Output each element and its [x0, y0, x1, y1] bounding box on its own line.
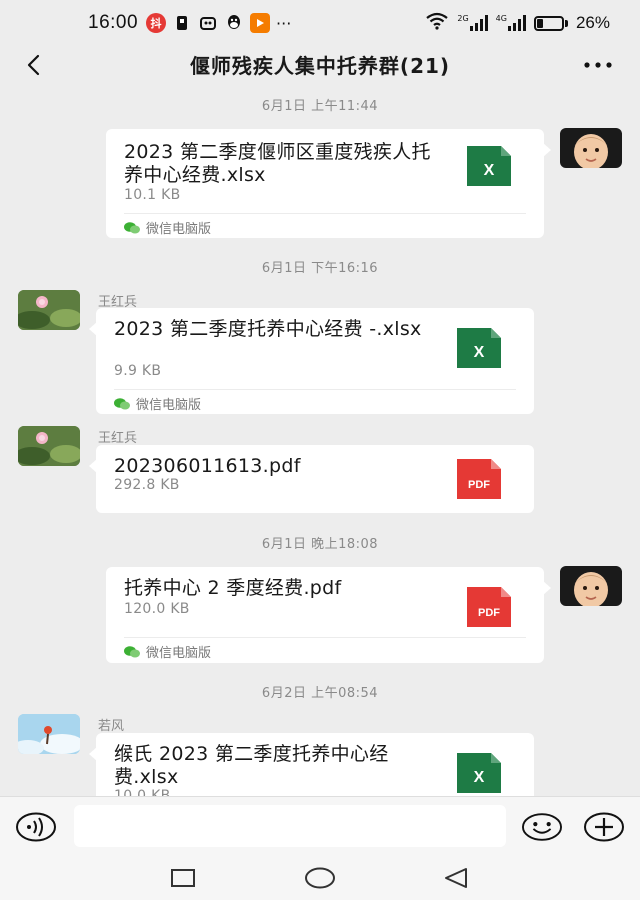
avatar-self[interactable]	[560, 128, 622, 168]
video-app-icon	[250, 13, 271, 33]
file-source-label: 微信电脑版	[146, 646, 212, 661]
file-name: 缑氏 2023 第二季度托养中心经费.xlsx	[114, 743, 389, 788]
voice-input-button[interactable]	[16, 810, 56, 844]
message-timestamp: 6月1日 晚上18:08	[261, 537, 379, 552]
file-message[interactable]: 202306011613.pdf 292.8 KB PDF	[89, 445, 534, 513]
chat-more-button[interactable]	[578, 50, 618, 80]
signal-4g-icon: 4G	[496, 15, 526, 31]
wechat-icon	[124, 645, 140, 657]
app-notification-icon: 抖	[146, 13, 167, 33]
signal-2g-icon: 2G	[457, 14, 488, 31]
file-source-label: 微信电脑版	[136, 398, 202, 413]
input-bar	[0, 796, 640, 856]
sender-name: 若风	[98, 719, 125, 734]
more-dots-icon	[584, 62, 612, 68]
robot-icon	[198, 13, 218, 33]
file-name: 托养中心 2 季度经费.pdf	[124, 577, 342, 599]
signal-2g-label: 2G	[457, 14, 469, 23]
avatar-self[interactable]	[560, 566, 622, 606]
nav-back-button[interactable]	[436, 864, 476, 892]
file-size: 10.0 KB	[114, 788, 171, 796]
voice-icon	[16, 812, 56, 842]
chat-history[interactable]: 6月1日 上午11:44 2023 第二季度偃师区重度残疾人托养中心经费.xls…	[0, 88, 640, 796]
avatar-wang-hongbing[interactable]	[18, 426, 80, 466]
pdf-label: PDF	[468, 479, 490, 491]
qq-icon	[224, 13, 244, 33]
file-message[interactable]: 托养中心 2 季度经费.pdf 120.0 KB PDF 微信电脑版	[106, 567, 551, 663]
file-name: 2023 第二季度托养中心经费 -.xlsx	[114, 318, 422, 340]
file-message[interactable]: 2023 第二季度托养中心经费 -.xlsx 9.9 KB X 微信电脑版	[89, 308, 534, 414]
chat-header: 偃师残疾人集中托养群(21)	[0, 46, 640, 82]
wechat-icon	[124, 221, 140, 233]
file-size: 120.0 KB	[124, 601, 190, 617]
status-bar: 16:00 抖 ··· 2G 4G 26%	[0, 0, 640, 46]
excel-file-icon: X	[457, 328, 501, 368]
file-name: 2023 第二季度偃师区重度残疾人托养中心经费.xlsx	[124, 141, 431, 186]
circle-icon	[305, 867, 335, 889]
home-button[interactable]	[300, 864, 340, 892]
square-icon	[171, 869, 195, 887]
status-time: 16:00	[88, 12, 139, 33]
excel-file-icon: X	[457, 753, 501, 793]
xlsx-label: X	[474, 769, 485, 786]
battery-icon	[533, 15, 568, 31]
triangle-back-icon	[445, 868, 467, 888]
file-message[interactable]: 缑氏 2023 第二季度托养中心经费.xlsx 10.0 KB X	[89, 733, 534, 796]
xlsx-label: X	[484, 162, 495, 179]
divider	[124, 213, 526, 214]
recent-apps-button[interactable]	[163, 864, 203, 892]
file-name: 202306011613.pdf	[114, 455, 301, 477]
more-functions-button[interactable]	[584, 810, 624, 844]
pdf-file-icon: PDF	[467, 587, 511, 627]
pdf-file-icon: PDF	[457, 459, 501, 499]
message-timestamp: 6月1日 上午11:44	[261, 99, 379, 114]
chat-title: 偃师残疾人集中托养群(21)	[189, 53, 451, 78]
divider	[114, 389, 516, 390]
plus-circle-icon	[584, 812, 624, 842]
status-more-icon: ···	[276, 13, 292, 33]
back-button[interactable]	[18, 50, 48, 80]
system-nav-bar	[0, 856, 640, 900]
excel-file-icon: X	[467, 146, 511, 186]
divider	[124, 637, 526, 638]
pdf-label: PDF	[478, 607, 500, 619]
battery-percent: 26%	[575, 13, 610, 32]
chevron-left-icon	[27, 54, 40, 76]
file-source-label: 微信电脑版	[146, 222, 212, 237]
file-source: 微信电脑版	[114, 394, 201, 413]
file-source: 微信电脑版	[124, 218, 211, 237]
file-size: 10.1 KB	[124, 187, 181, 203]
avatar-ruofeng[interactable]	[18, 714, 80, 754]
xlsx-label: X	[474, 344, 485, 361]
message-timestamp: 6月1日 下午16:16	[261, 261, 379, 276]
file-message[interactable]: 2023 第二季度偃师区重度残疾人托养中心经费.xlsx 10.1 KB X 微…	[106, 129, 551, 238]
message-input[interactable]	[74, 805, 506, 847]
wechat-icon	[114, 397, 130, 409]
sim-icon	[172, 13, 192, 33]
file-size: 292.8 KB	[114, 477, 180, 493]
emoji-button[interactable]	[522, 810, 562, 844]
emoji-icon	[522, 813, 562, 841]
signal-4g-label: 4G	[495, 14, 507, 23]
file-source: 微信电脑版	[124, 642, 211, 661]
avatar-wang-hongbing[interactable]	[18, 290, 80, 330]
message-timestamp: 6月2日 上午08:54	[261, 686, 379, 701]
wifi-icon	[425, 12, 449, 34]
sender-name: 王红兵	[98, 431, 138, 446]
file-size: 9.9 KB	[114, 363, 162, 379]
